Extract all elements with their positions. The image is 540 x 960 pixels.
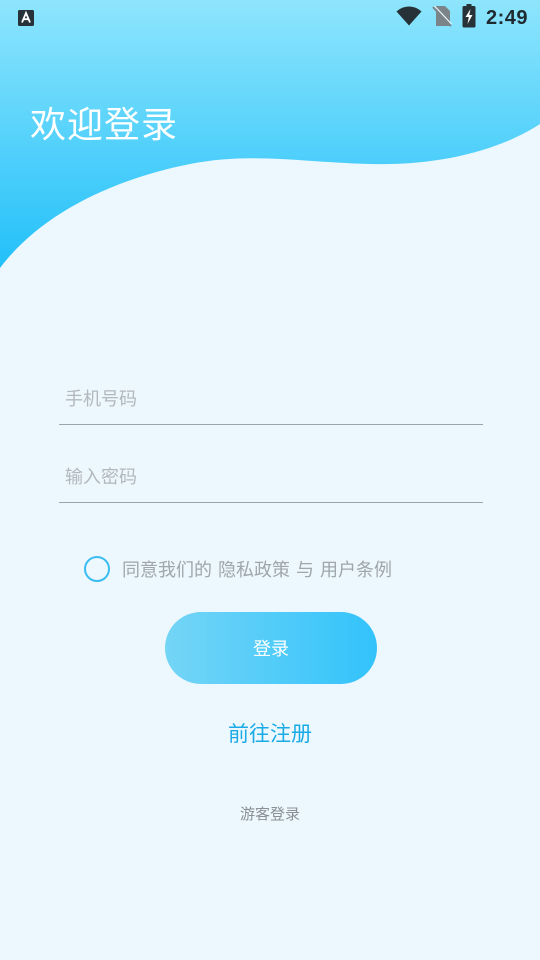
agreement-conjunction: 与 — [296, 560, 314, 581]
register-link[interactable]: 前往注册 — [0, 718, 540, 748]
a-letter-notification-icon — [18, 10, 34, 30]
privacy-policy-link[interactable]: 隐私政策 — [218, 560, 290, 581]
guest-login-link[interactable]: 游客登录 — [0, 803, 540, 824]
status-icons: 2:49 — [396, 4, 528, 32]
page-title: 欢迎登录 — [30, 105, 179, 146]
agreement-row: 同意我们的 隐私政策与用户条例 — [84, 556, 392, 582]
wifi-icon — [396, 6, 422, 30]
login-button[interactable]: 登录 — [165, 612, 377, 684]
phone-field — [59, 374, 483, 425]
status-time: 2:49 — [485, 6, 528, 29]
status-bar: 2:49 — [0, 0, 540, 36]
user-terms-link[interactable]: 用户条例 — [320, 560, 392, 581]
agreement-text: 同意我们的 隐私政策与用户条例 — [122, 556, 392, 582]
password-input[interactable] — [59, 452, 483, 502]
battery-charging-icon — [462, 4, 476, 32]
phone-input[interactable] — [59, 374, 483, 424]
password-field — [59, 452, 483, 503]
agreement-prefix: 同意我们的 — [122, 560, 212, 581]
no-sim-icon — [432, 5, 452, 31]
agree-checkbox[interactable] — [84, 556, 110, 582]
